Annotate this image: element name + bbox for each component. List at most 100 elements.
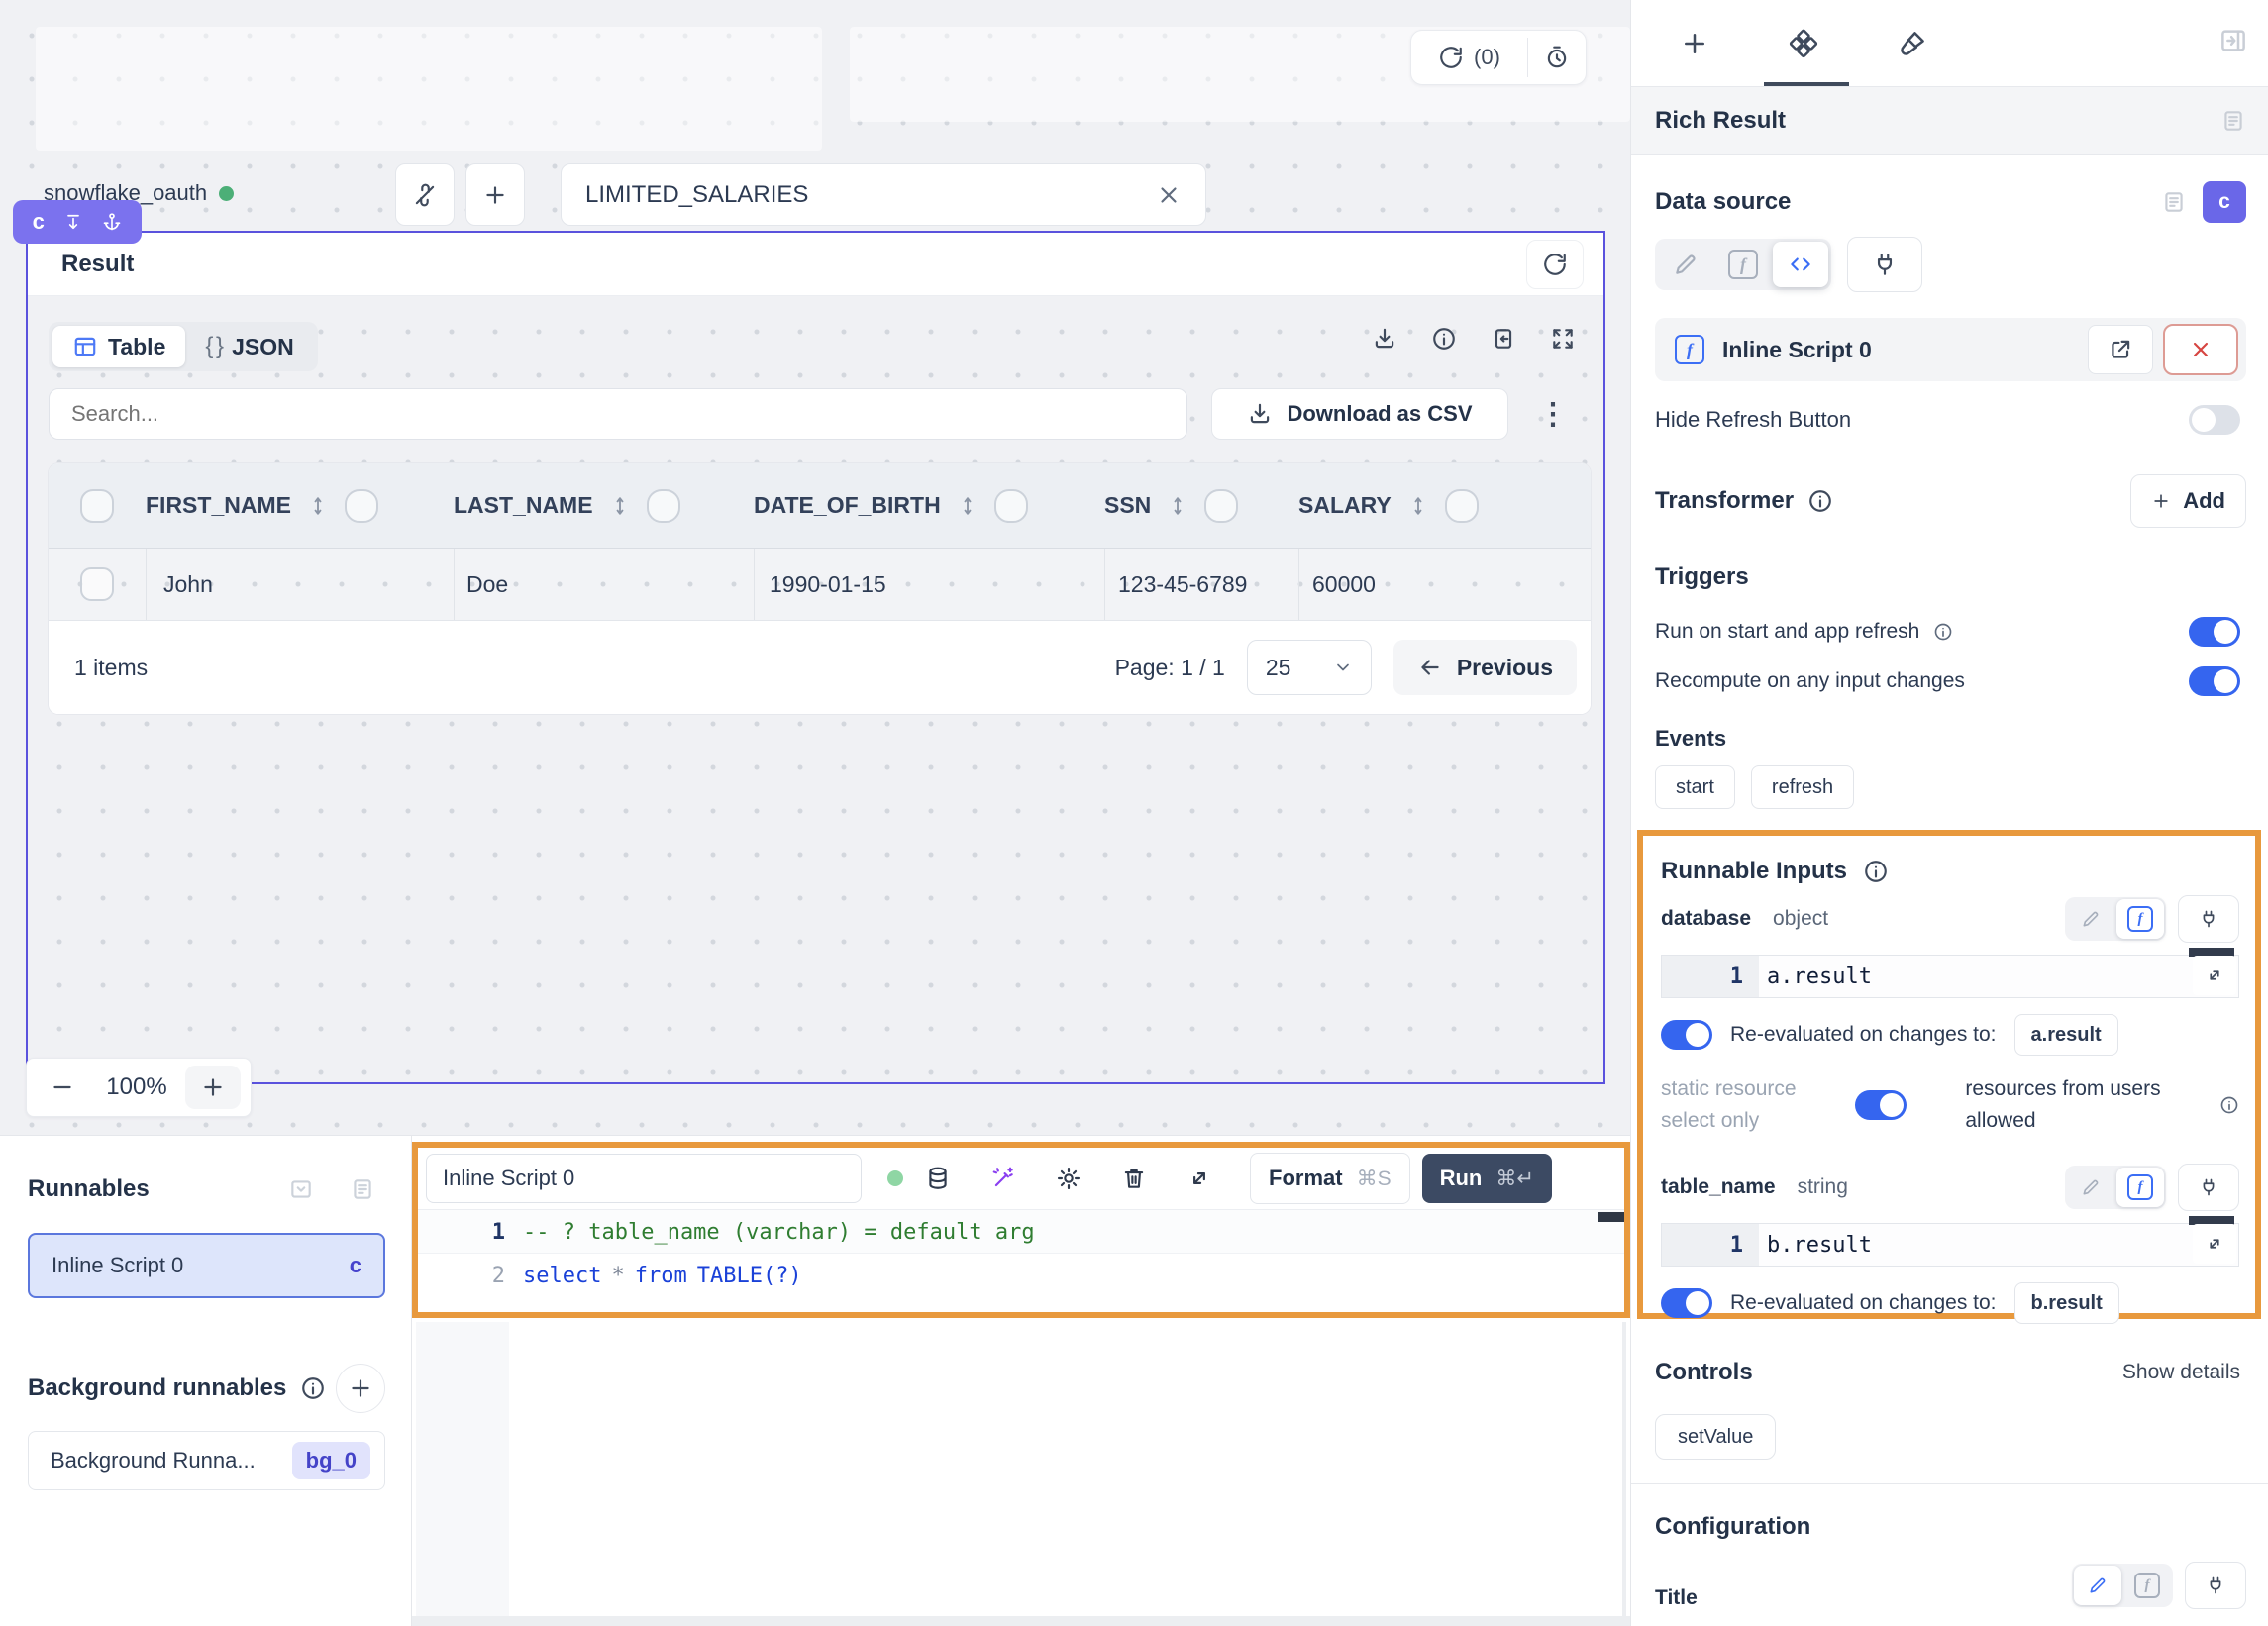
unlink-button[interactable] [395, 163, 455, 226]
gear-icon[interactable] [1056, 1166, 1082, 1191]
table-row[interactable]: John Doe 1990-01-15 123-45-6789 60000 [49, 549, 1591, 621]
column-pin-toggle[interactable] [345, 489, 378, 523]
download-csv-button[interactable]: Download as CSV [1211, 388, 1508, 440]
hide-refresh-toggle[interactable] [2189, 405, 2240, 435]
page-size-select[interactable]: 25 [1247, 640, 1372, 695]
editor-hscrollbar[interactable] [412, 1616, 1630, 1626]
selection-toolbar[interactable]: c [13, 200, 142, 244]
code-line-1[interactable]: 1 -- ? table_name (varchar) = default ar… [418, 1210, 1624, 1254]
mode-static-button[interactable] [1658, 242, 1713, 287]
doc-icon[interactable] [2220, 108, 2246, 134]
database-input-editor[interactable]: 1 a.result [1661, 955, 2239, 998]
remove-source-button[interactable] [2163, 324, 2238, 375]
info-icon[interactable] [300, 1375, 326, 1401]
tab-components[interactable] [1764, 29, 1843, 58]
info-icon[interactable] [1807, 488, 1833, 514]
mode-code-button[interactable] [1773, 242, 1828, 287]
db-reeval-toggle[interactable] [1661, 1020, 1712, 1050]
inline-script-editor[interactable]: Format ⌘S Run ⌘↵ 1 -- ? table_name (varc… [412, 1142, 1630, 1318]
list-panel-icon[interactable] [350, 1176, 375, 1202]
data-source-badge[interactable]: c [2203, 181, 2246, 223]
code-line-2[interactable]: 2 select * from TABLE(?) [418, 1254, 1624, 1297]
format-button[interactable]: Format ⌘S [1250, 1153, 1410, 1204]
column-header[interactable]: DATE_OF_BIRTH [754, 489, 1104, 523]
tn-reeval-chip[interactable]: b.result [2014, 1282, 2119, 1324]
run-button[interactable]: Run ⌘↵ [1422, 1154, 1552, 1203]
sort-icon[interactable] [1167, 495, 1188, 517]
tab-add-component[interactable] [1655, 29, 1734, 58]
input-mode-static[interactable] [2067, 899, 2114, 939]
collapse-all-icon[interactable] [288, 1176, 314, 1202]
sort-icon[interactable] [609, 495, 631, 517]
recompute-toggle[interactable] [2189, 666, 2240, 696]
open-script-button[interactable] [2088, 325, 2153, 374]
table-select[interactable]: LIMITED_SALARIES [561, 163, 1206, 226]
column-pin-toggle[interactable] [1445, 489, 1479, 523]
event-chip-refresh[interactable]: refresh [1751, 765, 1854, 809]
title-mode-function[interactable]: f [2123, 1566, 2171, 1605]
doc-icon[interactable] [2161, 189, 2187, 215]
title-mode-static[interactable] [2074, 1566, 2121, 1605]
magic-wand-icon[interactable] [990, 1166, 1016, 1191]
move-down-icon[interactable] [63, 212, 83, 232]
expand-editor-button[interactable] [2193, 956, 2236, 995]
code-lines[interactable]: 1 -- ? table_name (varchar) = default ar… [418, 1210, 1624, 1297]
column-pin-toggle[interactable] [647, 489, 680, 523]
tab-styles[interactable] [1873, 29, 1952, 58]
select-all-checkbox[interactable] [80, 489, 114, 523]
tab-table[interactable]: Table [52, 326, 185, 367]
connect-title-button[interactable] [2185, 1562, 2246, 1609]
table-menu-button[interactable]: ⋮ [1533, 390, 1573, 438]
column-pin-toggle[interactable] [994, 489, 1028, 523]
placeholder-component[interactable] [36, 27, 822, 151]
collapse-panel-button[interactable] [2218, 26, 2248, 55]
row-checkbox[interactable] [80, 567, 114, 601]
refresh-count-button[interactable]: (0) [1411, 45, 1527, 70]
tab-json[interactable]: { } JSON [185, 333, 313, 360]
control-chip-setvalue[interactable]: setValue [1655, 1414, 1776, 1460]
connect-input-button[interactable] [2178, 895, 2239, 943]
info-icon[interactable] [2219, 1095, 2239, 1115]
input-mode-function[interactable]: f [2116, 899, 2164, 939]
column-header[interactable]: SSN [1104, 489, 1298, 523]
expand-editor-button[interactable] [2193, 1224, 2236, 1264]
runnable-item-inline-script[interactable]: Inline Script 0 c [28, 1233, 385, 1298]
add-transformer-button[interactable]: Add [2130, 474, 2246, 528]
download-icon[interactable] [1372, 326, 1397, 352]
anchor-icon[interactable] [102, 212, 122, 232]
zoom-in-button[interactable] [185, 1066, 241, 1109]
resources-from-users-toggle[interactable] [1855, 1090, 1907, 1120]
column-header[interactable]: LAST_NAME [454, 489, 754, 523]
column-header[interactable]: SALARY [1298, 489, 1591, 523]
database-icon[interactable] [925, 1166, 951, 1191]
clear-icon[interactable] [1156, 182, 1182, 208]
rich-result-component[interactable]: Result Table { } JSON Do [26, 231, 1605, 1084]
tn-reeval-toggle[interactable] [1661, 1288, 1712, 1318]
run-on-start-toggle[interactable] [2189, 617, 2240, 647]
table-name-input-editor[interactable]: 1 b.result [1661, 1223, 2239, 1267]
background-runnable-item[interactable]: Background Runna... bg_0 [28, 1431, 385, 1490]
column-pin-toggle[interactable] [1204, 489, 1238, 523]
info-icon[interactable] [1863, 859, 1889, 884]
info-icon[interactable] [1431, 326, 1457, 352]
input-mode-static[interactable] [2067, 1168, 2114, 1207]
editor-vscrollbar[interactable] [1622, 1322, 1626, 1616]
event-chip-start[interactable]: start [1655, 765, 1735, 809]
trash-icon[interactable] [1121, 1166, 1147, 1191]
info-icon[interactable] [1933, 622, 1953, 642]
sort-icon[interactable] [957, 495, 979, 517]
connect-input-button[interactable] [2178, 1164, 2239, 1211]
zoom-out-button[interactable] [37, 1074, 88, 1100]
script-name-input[interactable] [426, 1154, 862, 1203]
table-search-input[interactable] [49, 388, 1187, 440]
editor-mini-scrollbar[interactable] [1598, 1212, 1624, 1222]
previous-page-button[interactable]: Previous [1393, 640, 1577, 695]
sort-icon[interactable] [307, 495, 329, 517]
clipboard-paste-icon[interactable] [1491, 326, 1516, 352]
history-button[interactable] [1528, 45, 1586, 70]
show-details-link[interactable]: Show details [2122, 1361, 2240, 1384]
add-background-runnable-button[interactable] [336, 1364, 385, 1413]
result-refresh-button[interactable] [1526, 240, 1584, 289]
db-reeval-chip[interactable]: a.result [2014, 1014, 2118, 1056]
input-mode-function[interactable]: f [2116, 1168, 2164, 1207]
